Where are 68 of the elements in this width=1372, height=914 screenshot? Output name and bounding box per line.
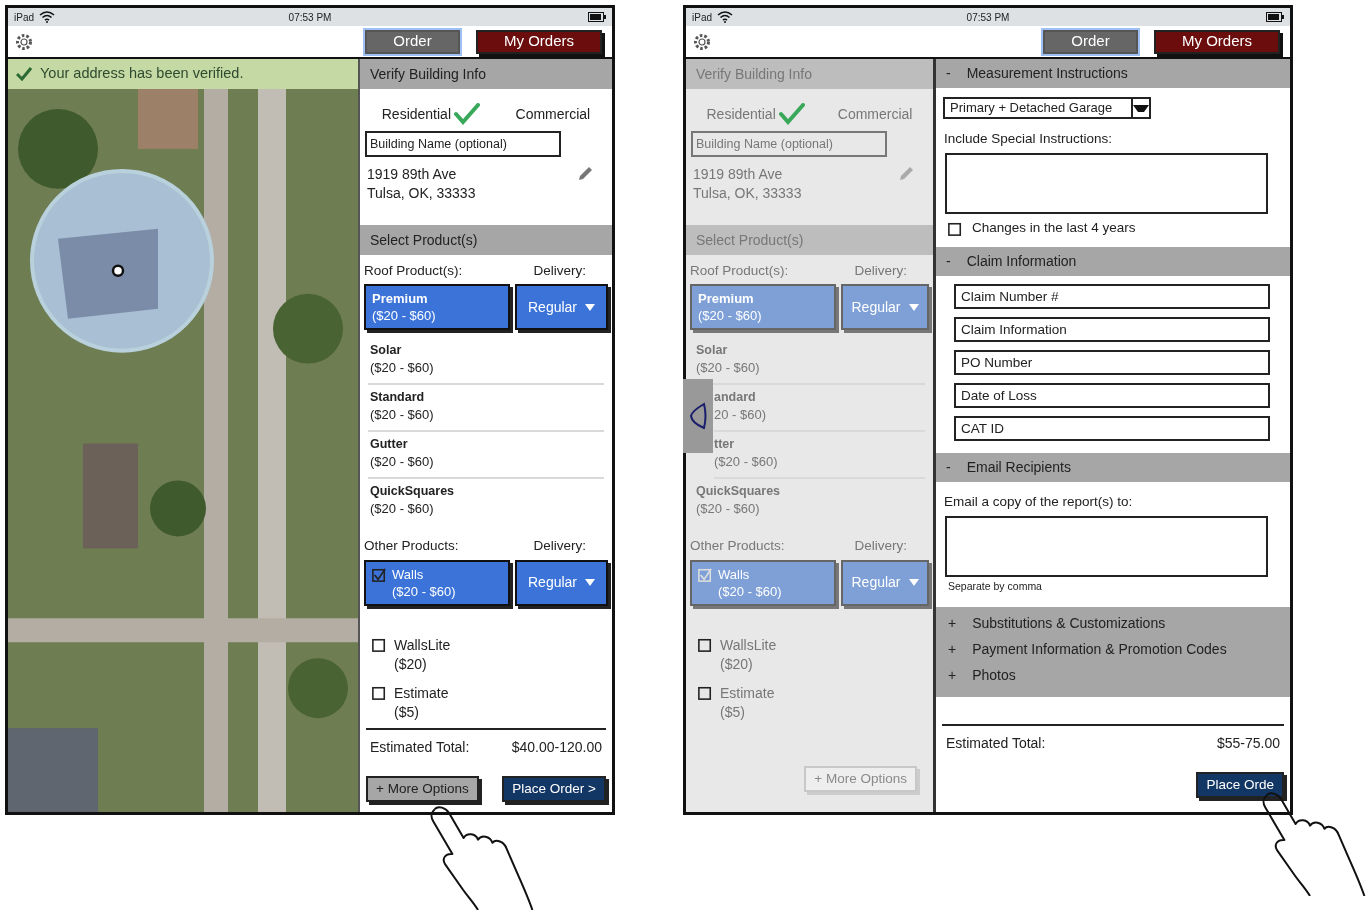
total-value: $55-75.00: [1216, 734, 1280, 753]
product-label: WallsLite ($20): [720, 635, 777, 674]
field-label: Roof Product(s):: [364, 262, 463, 280]
section-header[interactable]: - Email Recipients: [936, 452, 1290, 482]
input-field[interactable]: Date of Loss: [954, 382, 1270, 408]
field-label: Email a copy of the report(s) to:: [943, 492, 1134, 511]
product-label: Walls ($20 - $60): [718, 565, 782, 600]
field-label: Other Products:: [690, 537, 785, 556]
field-label: Other Products:: [364, 537, 459, 556]
input-field[interactable]: Building Name (optional): [365, 131, 561, 157]
nav-tab[interactable]: My Orders: [476, 29, 602, 54]
address-text: 1919 89th Ave Tulsa, OK, 33333: [367, 165, 476, 203]
input-field[interactable]: PO Number: [954, 349, 1270, 375]
button[interactable]: + More Options: [366, 776, 479, 802]
field-label: Delivery:: [854, 262, 907, 280]
section-header[interactable]: + Payment Information & Promotion Codes: [936, 636, 1290, 663]
product-option[interactable]: Standard ($20 - $60): [368, 385, 604, 433]
product-option[interactable]: QuickSquares ($20 - $60): [368, 479, 604, 525]
section-header[interactable]: + Substitutions & Customizations: [936, 610, 1290, 637]
section-header: Select Product(s): [686, 225, 933, 255]
device-name: iPad: [14, 10, 34, 25]
product-label: Walls ($20 - $60): [392, 565, 456, 600]
device-name: iPad: [692, 10, 712, 25]
product-label: Estimate ($5): [720, 683, 775, 722]
type-option[interactable]: Residential: [381, 103, 480, 125]
section-header: Select Product(s): [360, 225, 612, 255]
select-dropdown[interactable]: Primary + Detached Garage: [943, 97, 1151, 119]
input-field[interactable]: Claim Information: [954, 316, 1270, 342]
product-option[interactable]: Walls ($20 - $60): [364, 559, 510, 606]
product-option[interactable]: Premium ($20 - $60): [364, 284, 510, 331]
section-header[interactable]: + Photos: [936, 662, 1290, 689]
product-label: WallsLite ($20): [394, 635, 451, 674]
field-label: Delivery:: [854, 537, 907, 556]
delivery-dropdown[interactable]: Regular: [515, 559, 608, 606]
clock-time: 07:53 PM: [288, 10, 332, 25]
field-label: Include Special Instructions:: [943, 130, 1114, 148]
type-option[interactable]: Commercial: [515, 103, 591, 125]
nav-tab[interactable]: My Orders: [1154, 29, 1280, 54]
hint-text: Separate by comma: [947, 578, 1043, 594]
checkbox-label: Changes in the last 4 years: [972, 219, 1136, 238]
total-label: Estimated Total:: [946, 734, 1046, 753]
address-text: 1919 89th Ave Tulsa, OK, 33333: [693, 165, 802, 203]
type-option[interactable]: Commercial: [837, 103, 913, 125]
section-header[interactable]: - Claim Information: [936, 246, 1290, 276]
input-field[interactable]: Claim Number #: [954, 283, 1270, 309]
section-header: Verify Building Info: [686, 59, 933, 89]
field-label: Roof Product(s):: [690, 262, 789, 280]
total-label: Estimated Total:: [370, 738, 470, 757]
product-option[interactable]: QuickSquares ($20 - $60): [694, 479, 925, 525]
total-value: $40.00-120.00: [511, 738, 602, 757]
nav-tab[interactable]: Order: [1043, 29, 1138, 54]
field-label: Delivery:: [533, 537, 586, 556]
banner-text: Your address has been verified.: [40, 64, 244, 84]
type-option[interactable]: Residential: [706, 103, 805, 125]
button[interactable]: Place Order >: [502, 776, 606, 802]
product-option[interactable]: tter ($20 - $60): [714, 432, 925, 480]
nav-tab[interactable]: Order: [365, 29, 460, 54]
field-label: Delivery:: [533, 262, 586, 280]
input-field[interactable]: Building Name (optional): [691, 131, 887, 157]
product-option[interactable]: Gutter ($20 - $60): [368, 432, 604, 480]
section-header: Verify Building Info: [360, 59, 612, 89]
product-label: Estimate ($5): [394, 683, 449, 722]
clock-time: 07:53 PM: [966, 10, 1010, 25]
section-header[interactable]: - Measurement Instructions: [936, 59, 1290, 88]
product-option[interactable]: Solar ($20 - $60): [368, 338, 604, 386]
input-field[interactable]: CAT ID: [954, 415, 1270, 441]
delivery-dropdown[interactable]: Regular: [515, 284, 608, 331]
button[interactable]: Place Orde: [1196, 772, 1284, 798]
